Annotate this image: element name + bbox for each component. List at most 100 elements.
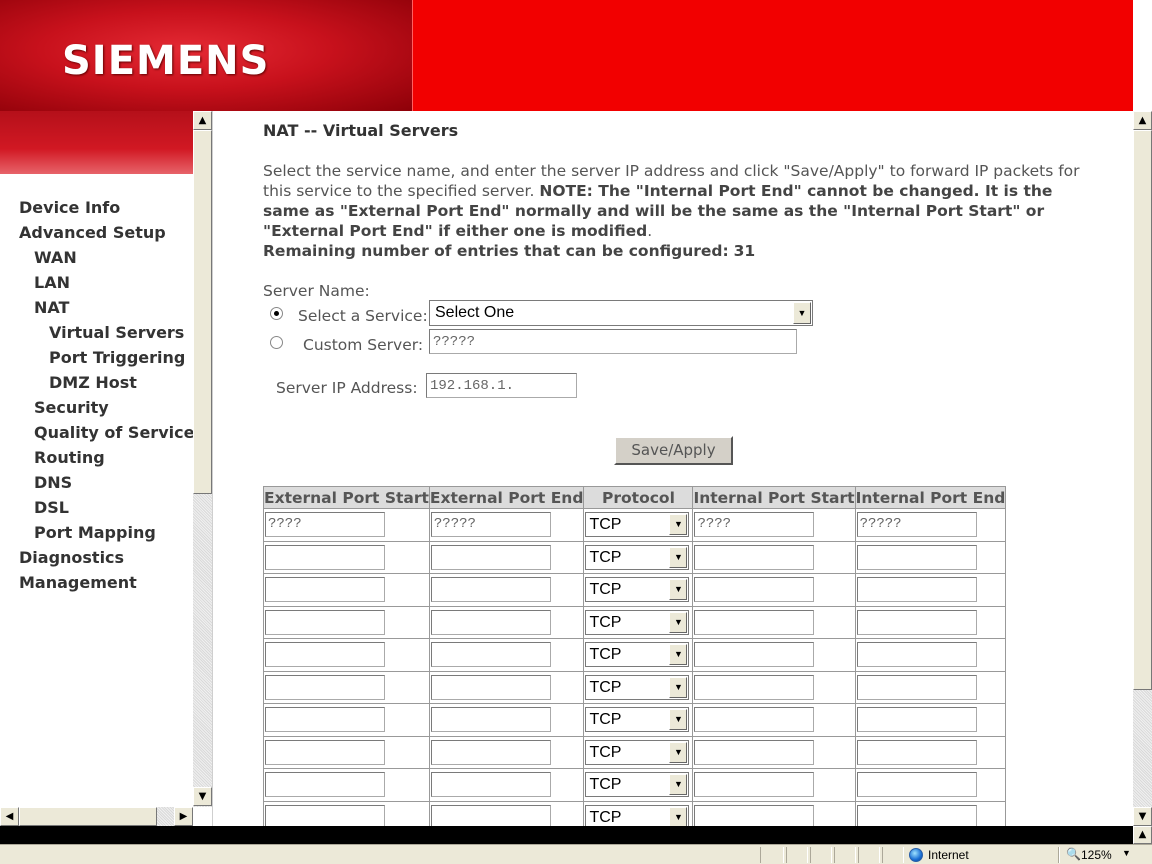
ext-port-end-input[interactable]: [430, 739, 551, 765]
ext-port-start-input[interactable]: [265, 772, 385, 798]
ext-port-start-input[interactable]: [265, 577, 385, 603]
scroll-up-icon[interactable]: ▲: [1133, 111, 1152, 130]
ext-port-end-input[interactable]: ?????: [430, 512, 551, 538]
chevron-down-icon[interactable]: ▼: [669, 644, 688, 666]
nav-item-security[interactable]: Security: [0, 397, 193, 422]
ext-port-start-input[interactable]: [265, 642, 385, 668]
int-port-end-input[interactable]: [856, 577, 977, 603]
service-select[interactable]: Select One ▼: [429, 300, 813, 326]
int-port-start-input[interactable]: [694, 674, 815, 700]
scroll-right-icon[interactable]: ▶: [174, 807, 193, 826]
int-port-start-input[interactable]: [694, 642, 815, 668]
nav-item-management[interactable]: Management: [0, 572, 193, 597]
ext-port-start-input[interactable]: ????: [265, 512, 385, 538]
ext-port-end-input[interactable]: [430, 577, 551, 603]
protocol-select[interactable]: TCP ▼: [585, 739, 690, 765]
save-apply-button[interactable]: Save/Apply: [614, 436, 733, 465]
int-port-end-input[interactable]: [856, 739, 977, 765]
zoom-level[interactable]: 125%: [1081, 848, 1112, 862]
nav-item-wan[interactable]: WAN: [0, 247, 193, 272]
scroll-down-icon[interactable]: ▼: [1133, 807, 1152, 826]
nav-item-dns[interactable]: DNS: [0, 472, 193, 497]
protocol-select[interactable]: TCP ▼: [585, 674, 690, 700]
scroll-up-icon[interactable]: ▲: [1133, 826, 1152, 844]
ext-port-start-input[interactable]: [265, 674, 385, 700]
main-scrollbar[interactable]: ▲ ▼: [1133, 111, 1152, 826]
int-port-start-input[interactable]: [694, 577, 815, 603]
zoom-icon[interactable]: 🔍: [1066, 847, 1081, 861]
ext-port-end-input[interactable]: [430, 544, 551, 570]
nav-item-port-triggering[interactable]: Port Triggering: [0, 347, 193, 372]
int-port-start-input[interactable]: [694, 544, 815, 570]
ext-port-end-input[interactable]: [430, 674, 551, 700]
int-port-start-input[interactable]: [694, 739, 815, 765]
protocol-select[interactable]: TCP ▼: [585, 707, 690, 733]
scroll-up-icon[interactable]: ▲: [193, 111, 212, 130]
nav-item-routing[interactable]: Routing: [0, 447, 193, 472]
nav-item-device-info[interactable]: Device Info: [0, 197, 193, 222]
nav-item-nat[interactable]: NAT: [0, 297, 193, 322]
protocol-select[interactable]: TCP ▼: [585, 512, 690, 538]
ext-port-start-input[interactable]: [265, 739, 385, 765]
ext-port-end-input[interactable]: [430, 707, 551, 733]
nav-scrollbar[interactable]: ▲ ▼: [193, 111, 212, 807]
chevron-down-icon[interactable]: ▼: [669, 806, 688, 826]
ext-port-end-input[interactable]: [430, 642, 551, 668]
int-port-end-input[interactable]: [856, 609, 977, 635]
int-port-end-input[interactable]: [856, 544, 977, 570]
scroll-down-icon[interactable]: ▼: [193, 787, 212, 806]
custom-server-radio[interactable]: [270, 336, 283, 349]
protocol-select[interactable]: TCP ▼: [585, 772, 690, 798]
int-port-end-input[interactable]: [856, 707, 977, 733]
chevron-down-icon[interactable]: ▼: [669, 579, 688, 601]
nav-item-port-mapping[interactable]: Port Mapping: [0, 522, 193, 547]
nav-scrollbar-thumb[interactable]: [193, 130, 212, 494]
chevron-down-icon[interactable]: ▼: [793, 302, 811, 324]
chevron-down-icon[interactable]: ▼: [1122, 848, 1131, 858]
nav-item-dmz-host[interactable]: DMZ Host: [0, 372, 193, 397]
protocol-select[interactable]: TCP ▼: [585, 642, 690, 668]
status-segment: [810, 847, 832, 863]
scroll-left-icon[interactable]: ◀: [0, 807, 19, 826]
nav-hscroll-thumb[interactable]: [19, 807, 157, 826]
int-port-start-input[interactable]: ????: [694, 512, 815, 538]
custom-server-input[interactable]: ?????: [429, 329, 797, 354]
protocol-select[interactable]: TCP ▼: [585, 577, 690, 603]
nav-horizontal-scrollbar[interactable]: ◀ ▶: [0, 807, 193, 826]
main-scrollbar-thumb[interactable]: [1133, 130, 1152, 690]
server-ip-input[interactable]: 192.168.1.: [426, 373, 577, 398]
select-service-radio[interactable]: [270, 307, 283, 320]
int-port-end-input[interactable]: [856, 642, 977, 668]
chevron-down-icon[interactable]: ▼: [669, 676, 688, 698]
chevron-down-icon[interactable]: ▼: [669, 774, 688, 796]
protocol-select[interactable]: TCP ▼: [585, 609, 690, 635]
chevron-down-icon[interactable]: ▼: [669, 741, 688, 763]
chevron-down-icon[interactable]: ▼: [669, 546, 688, 568]
nav-item-quality-of-service[interactable]: Quality of Service: [0, 422, 194, 447]
int-port-start-input[interactable]: [694, 772, 815, 798]
ext-port-start-input[interactable]: [265, 609, 385, 635]
ext-port-start-input[interactable]: [265, 804, 385, 826]
ext-port-end-input[interactable]: [430, 772, 551, 798]
int-port-end-input[interactable]: [856, 804, 977, 826]
chevron-down-icon[interactable]: ▼: [669, 709, 688, 731]
ext-port-start-input[interactable]: [265, 544, 385, 570]
int-port-start-input[interactable]: [694, 609, 815, 635]
ext-port-end-input[interactable]: [430, 804, 551, 826]
chevron-down-icon[interactable]: ▼: [669, 611, 688, 633]
protocol-select[interactable]: TCP ▼: [585, 804, 690, 826]
int-port-end-input[interactable]: [856, 772, 977, 798]
int-port-end-input[interactable]: [856, 674, 977, 700]
nav-item-dsl[interactable]: DSL: [0, 497, 193, 522]
chevron-down-icon[interactable]: ▼: [669, 514, 688, 536]
int-port-start-input[interactable]: [694, 707, 815, 733]
nav-item-diagnostics[interactable]: Diagnostics: [0, 547, 193, 572]
int-port-end-input[interactable]: ?????: [856, 512, 977, 538]
int-port-start-input[interactable]: [694, 804, 815, 826]
protocol-select[interactable]: TCP ▼: [585, 544, 690, 570]
nav-item-virtual-servers[interactable]: Virtual Servers: [0, 322, 193, 347]
ext-port-start-input[interactable]: [265, 707, 385, 733]
nav-item-advanced-setup[interactable]: Advanced Setup: [0, 222, 193, 247]
nav-item-lan[interactable]: LAN: [0, 272, 193, 297]
ext-port-end-input[interactable]: [430, 609, 551, 635]
